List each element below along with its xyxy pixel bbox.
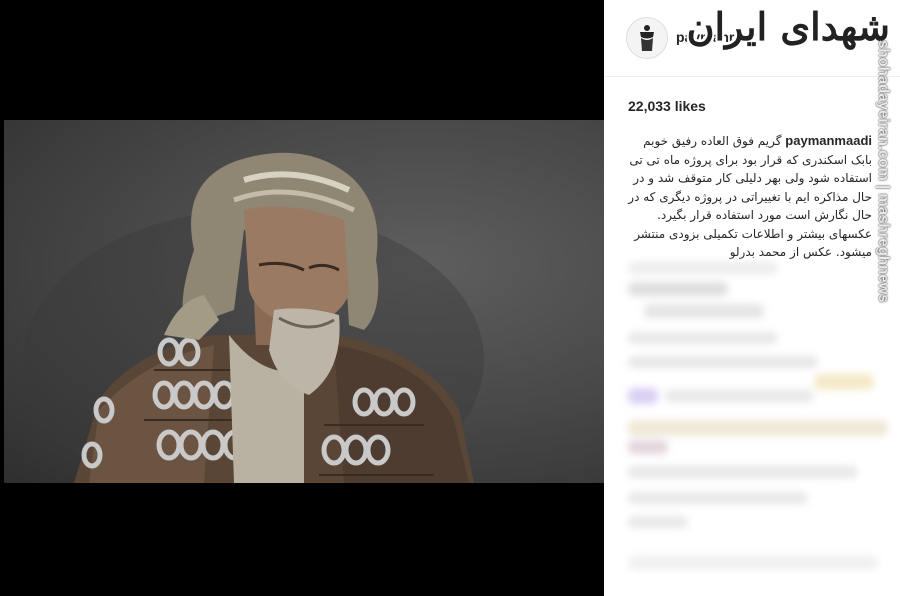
blurred-comment [628,440,668,454]
blurred-comment [628,262,778,274]
caption-text: گریم فوق العاده رفیق خوبم بابک اسکندری ک… [628,134,872,259]
watermark-site-text: shohadayeiran.com | mashreghnews [875,40,892,303]
blurred-comment [628,332,778,344]
watermark-logo: شهدای ایران [687,2,892,62]
caption-username[interactable]: paymanmaadi [785,133,872,148]
photo-illustration [24,152,484,483]
post-photo [4,120,604,483]
avatar[interactable] [626,17,668,59]
likes-count[interactable]: 22,033 likes [628,98,706,114]
blurred-comment [628,466,858,478]
post-media[interactable] [0,0,604,596]
blurred-comment [644,304,764,318]
watermark-logo-text: شهدای ایران [686,4,892,49]
blurred-comment [628,516,688,528]
blurred-comment [628,356,818,368]
blurred-comment [628,492,808,504]
blurred-comment [628,556,878,570]
blurred-comment [814,374,874,390]
post-header: paymanr شهدای ایران [604,0,900,77]
blurred-comment [664,390,814,402]
blurred-comment [628,388,658,404]
post-caption: paymanmaadi گریم فوق العاده رفیق خوبم با… [628,132,872,262]
watermark-site: shohadayeiran.com | mashreghnews [870,40,896,303]
post-sidebar: paymanr شهدای ایران 22,033 likes paymanm… [604,0,900,596]
blurred-comment [628,420,888,436]
blurred-comment [628,282,728,296]
avatar-icon [627,18,667,58]
